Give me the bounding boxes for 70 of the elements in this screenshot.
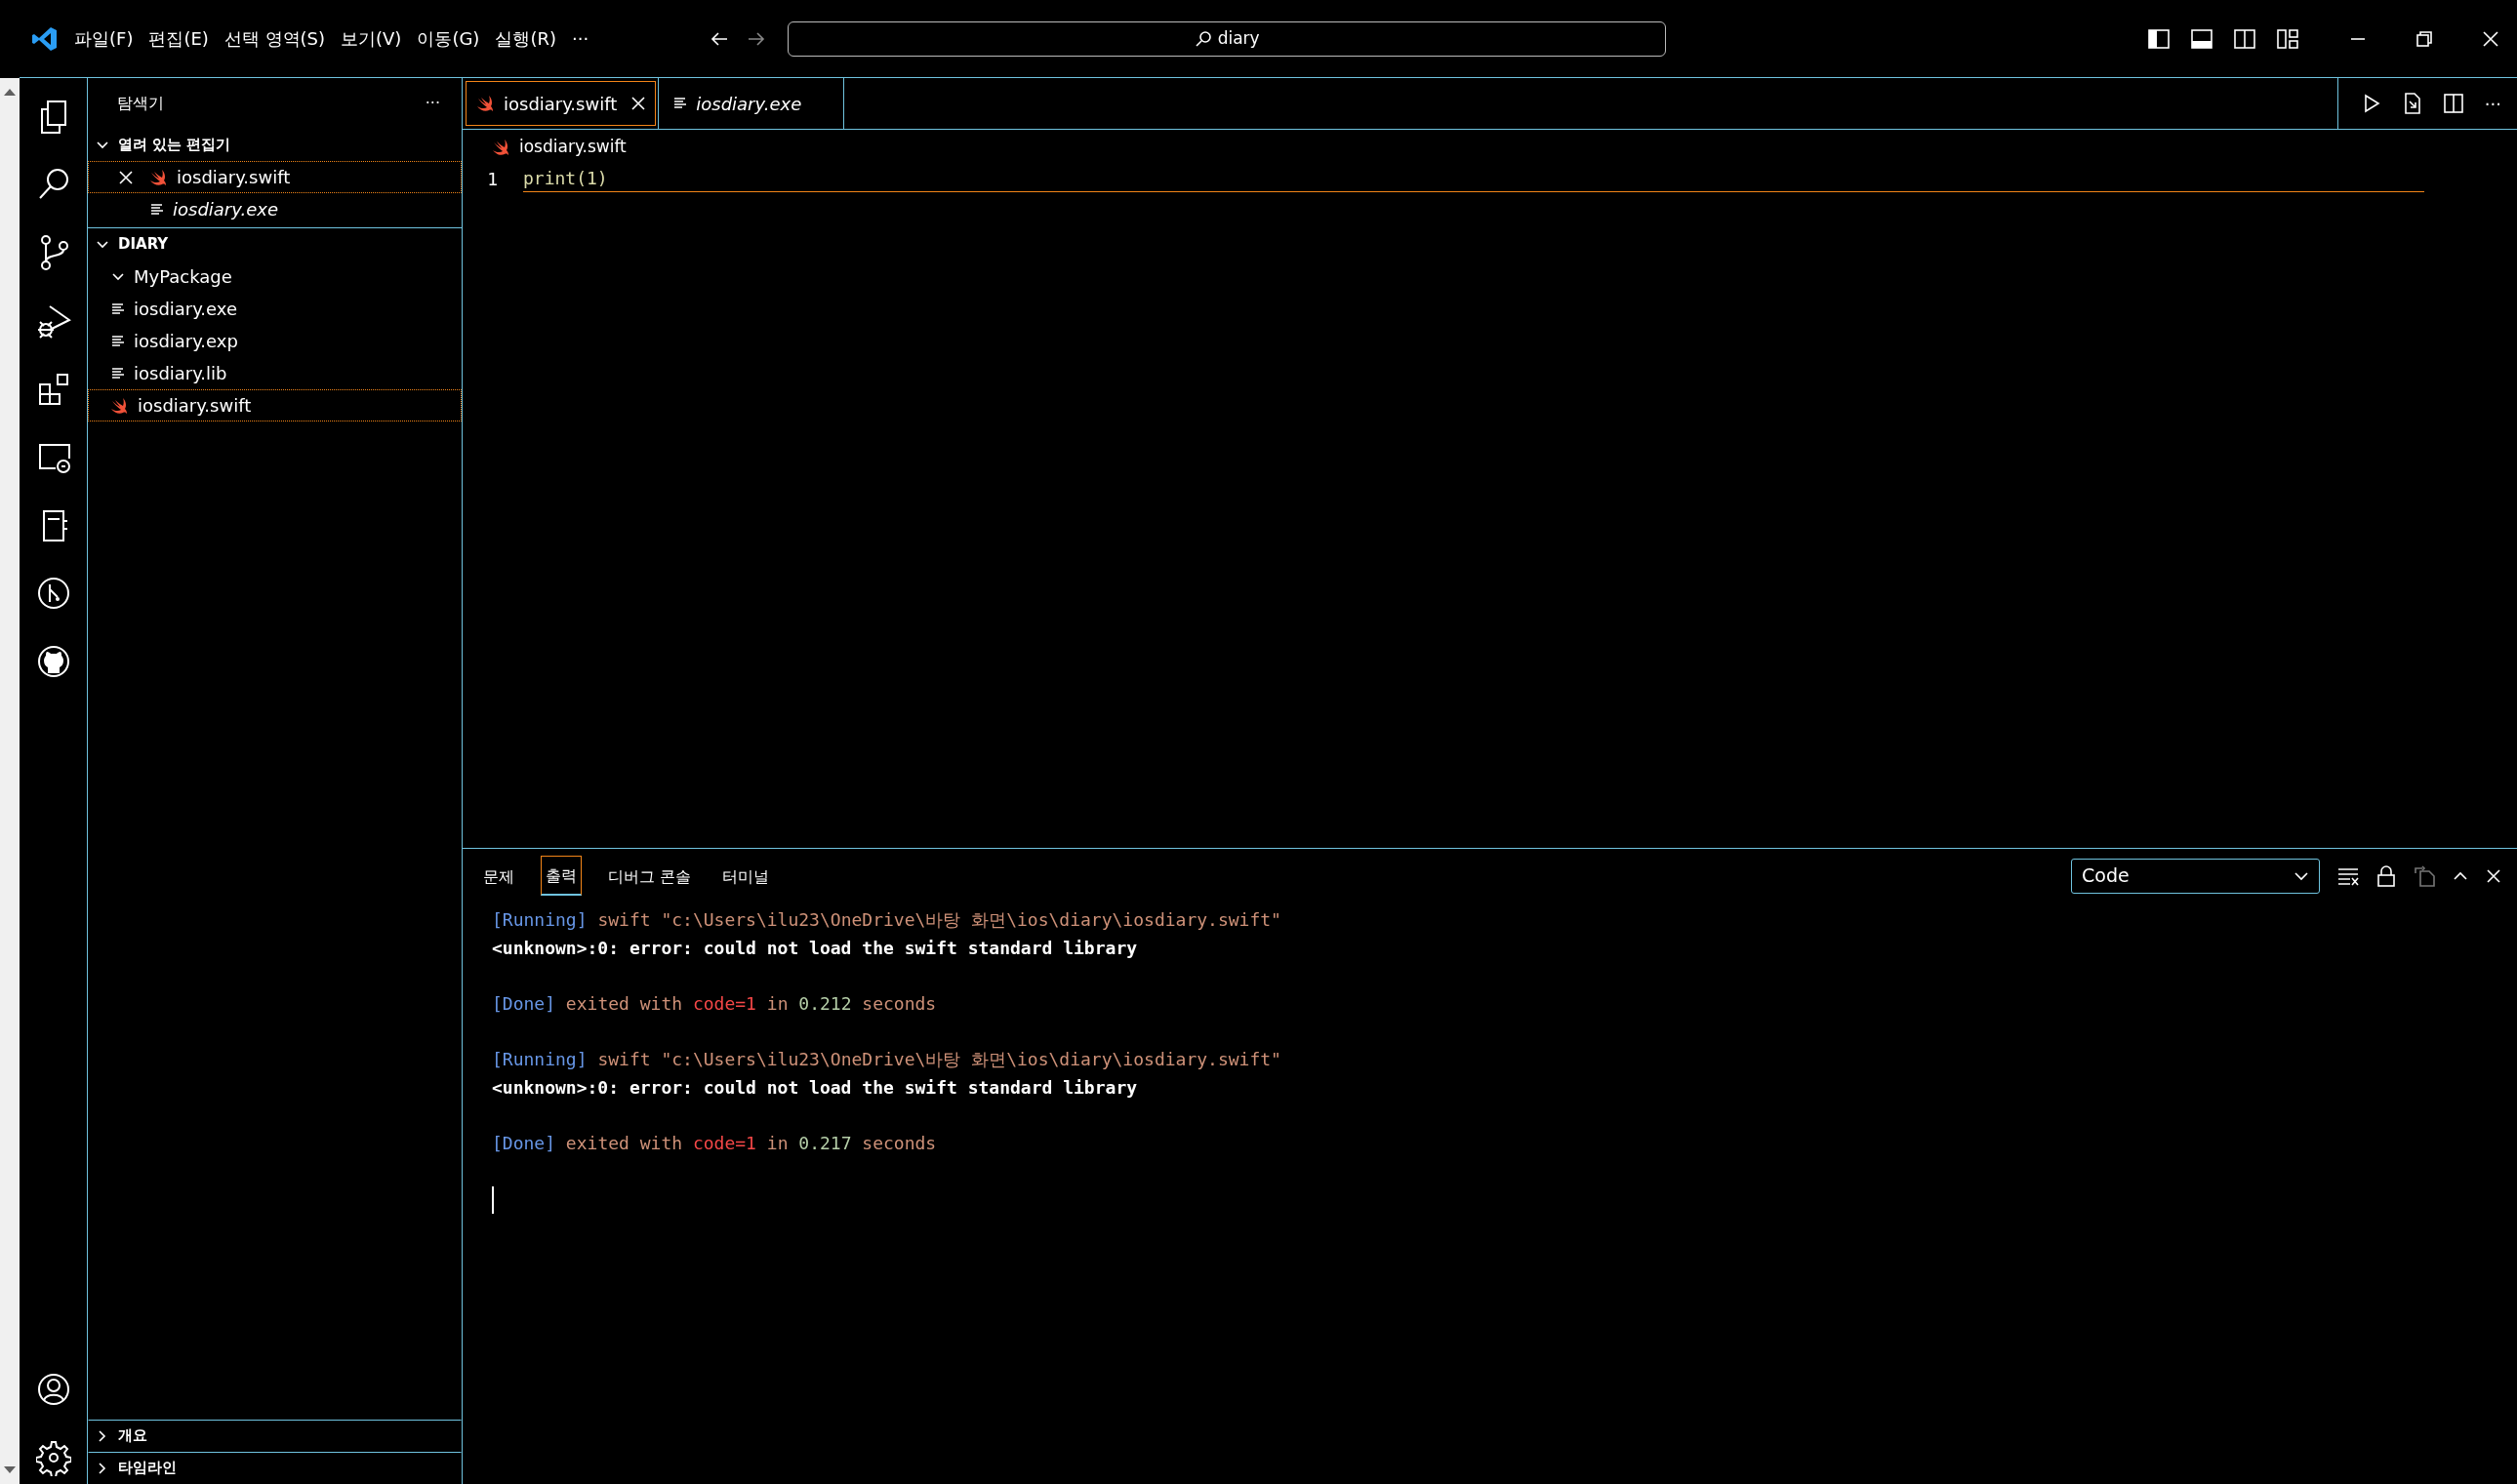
menu-item[interactable]: 파일(F) (66, 21, 142, 56)
account-icon[interactable] (35, 1371, 71, 1408)
menu-item[interactable]: 선택 영역(S) (216, 21, 334, 56)
more-actions-button[interactable]: ··· (2484, 90, 2501, 117)
section-title[interactable]: 타임라인 (118, 1457, 177, 1479)
swift-icon (492, 139, 511, 156)
split-editor-icon[interactable] (2443, 94, 2463, 113)
section-title[interactable]: 열려 있는 편집기 (118, 134, 231, 156)
file-lines-icon (149, 201, 165, 218)
sidebar-title: 탐색기 (117, 93, 164, 114)
more-actions-button[interactable]: ··· (425, 92, 440, 115)
settings-icon[interactable] (35, 1439, 71, 1476)
file-lines-icon (110, 333, 126, 349)
tree-item[interactable]: MyPackage (88, 261, 462, 293)
output-line: [Done] exited with code=1 in 0.212 seconds (492, 991, 938, 1016)
editor-tab[interactable]: iosdiary.swift (463, 78, 660, 129)
channel-dropdown[interactable]: Code (2071, 858, 2320, 894)
open-editor-item[interactable]: iosdiary.exe (88, 193, 462, 225)
open-editor-item[interactable]: iosdiary.swift (88, 161, 462, 193)
line-number: 1 (486, 167, 499, 191)
tree-item[interactable]: iosdiary.exp (88, 325, 462, 357)
close-icon[interactable] (630, 96, 647, 111)
app-logo-icon (31, 24, 59, 53)
tree-item[interactable]: iosdiary.swift (88, 389, 462, 421)
lock-icon[interactable] (2376, 864, 2396, 887)
menu-item[interactable]: 실행(R) (487, 21, 564, 56)
clear-output-icon[interactable] (2337, 865, 2359, 886)
panel-tab[interactable]: 문제 (478, 856, 519, 896)
more-menu-button[interactable]: ··· (563, 21, 597, 56)
layout-grid-icon[interactable] (2277, 28, 2298, 49)
swift-icon (149, 168, 169, 186)
panel-tab[interactable]: 터미널 (717, 856, 775, 896)
scrollbar[interactable] (0, 78, 20, 1484)
output-line: [Running] swift "c:\Users\ilu23\OneDrive\바탕 화면\ios\diary\iosdiary.swift" (492, 908, 1282, 932)
menu-item[interactable]: 이동(G) (409, 21, 488, 56)
back-arrow-icon[interactable] (710, 29, 730, 48)
file-arrow-icon[interactable] (2402, 93, 2422, 114)
toggle-panel-icon[interactable] (2191, 28, 2213, 49)
split-layout-icon[interactable] (2234, 28, 2255, 49)
breadcrumb-item[interactable]: iosdiary.swift (519, 135, 627, 160)
close-icon[interactable] (2486, 867, 2501, 884)
scroll-down-icon[interactable] (3, 1466, 17, 1474)
file-lines-icon (672, 96, 689, 111)
tree-item[interactable]: iosdiary.lib (88, 357, 462, 389)
panel-tab[interactable]: 디버그 콘솔 (603, 856, 697, 896)
close-icon[interactable] (118, 169, 134, 185)
run-debug-icon[interactable] (35, 302, 71, 340)
search-field[interactable]: diary (788, 20, 1667, 57)
open-file-icon[interactable] (2414, 864, 2435, 887)
output-line: <unknown>:0: error: could not load the swift standard library (492, 1075, 1139, 1100)
output-line: <unknown>:0: error: could not load the swift standard library (492, 936, 1139, 960)
panel-tab[interactable]: 출력 (541, 856, 582, 896)
search-icon (1194, 29, 1212, 48)
menu-item[interactable]: 보기(V) (333, 21, 410, 56)
menu-item[interactable]: 편집(E) (141, 21, 217, 56)
close-icon[interactable] (2482, 29, 2499, 48)
output-line: [Done] exited with code=1 in 0.217 seconds (492, 1131, 938, 1155)
folder-title[interactable]: DIARY (118, 233, 169, 256)
tree-item[interactable]: iosdiary.exe (88, 293, 462, 325)
scroll-up-icon[interactable] (3, 88, 17, 96)
section-title[interactable]: 개요 (118, 1424, 147, 1447)
restore-icon[interactable] (2416, 29, 2433, 48)
file-lines-icon (110, 365, 126, 381)
swift-icon (110, 396, 130, 415)
forward-arrow-icon[interactable] (747, 29, 767, 48)
toggle-sidebar-icon[interactable] (2148, 28, 2170, 49)
output-line: [Running] swift "c:\Users\ilu23\OneDrive\바탕 화면\ios\diary\iosdiary.swift" (492, 1047, 1282, 1071)
code-line: print(1) (523, 165, 2424, 192)
file-lines-icon (110, 301, 126, 317)
swift-icon (476, 95, 496, 112)
